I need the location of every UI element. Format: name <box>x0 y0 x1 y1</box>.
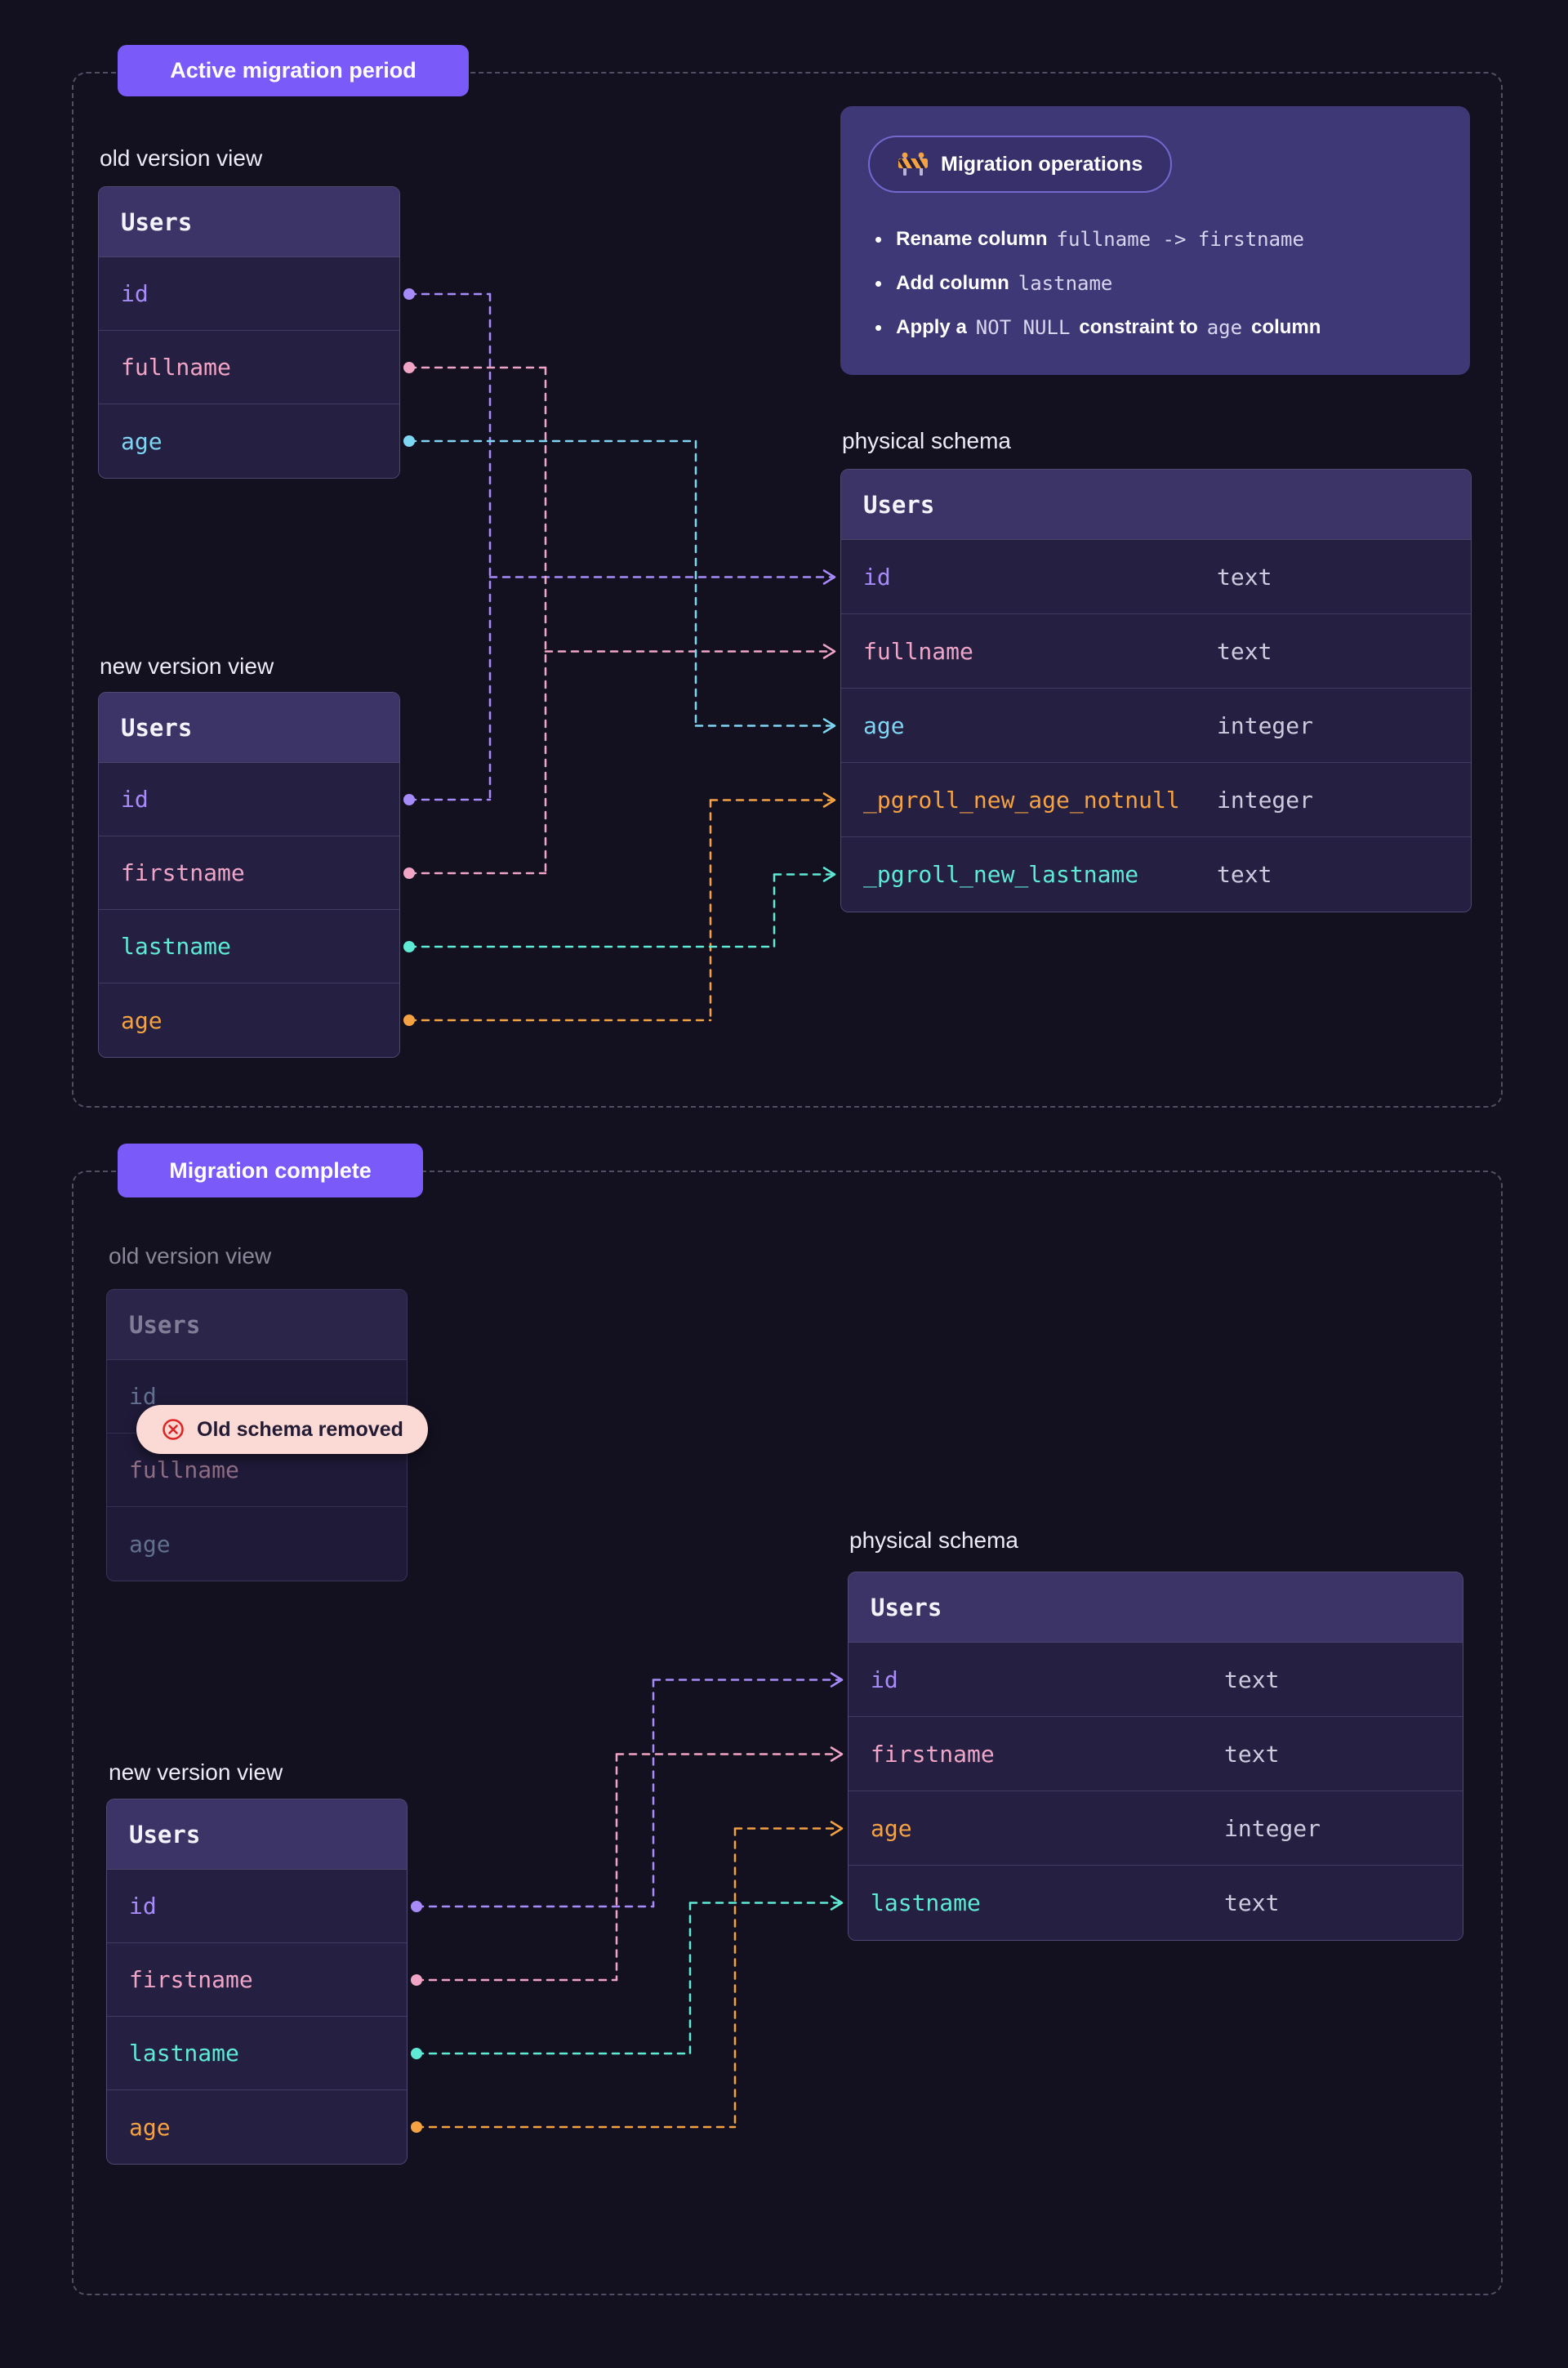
migration-operations-panel: Migration operations Rename columnfullna… <box>840 106 1470 375</box>
old-version-view-label-2: old version view <box>109 1243 271 1269</box>
table-title: Users <box>841 470 1471 540</box>
physical-schema-table-1: Users id text fullname text age integer … <box>840 469 1472 912</box>
operation-item: Rename columnfullname -> firstname <box>875 217 1446 261</box>
table-rows: id firstname lastname age <box>99 763 399 1057</box>
column-name: _pgroll_new_lastname <box>863 861 1138 888</box>
circle-x-icon <box>161 1417 185 1442</box>
column-type: text <box>1217 638 1272 665</box>
table-rows: id fullname age <box>99 257 399 478</box>
table-row: lastname text <box>849 1866 1463 1940</box>
old-version-view-table-1: Users id fullname age <box>98 186 400 479</box>
column-type: text <box>1224 1889 1279 1916</box>
new-version-view-table-2: Users id firstname lastname age <box>106 1799 408 2165</box>
physical-schema-label-1: physical schema <box>842 428 1011 454</box>
table-row: firstname <box>99 836 399 910</box>
operation-item: Add columnlastname <box>875 261 1446 305</box>
column-type: integer <box>1217 787 1313 814</box>
migration-operations-title: Migration operations <box>941 153 1143 176</box>
table-row: id text <box>849 1643 1463 1717</box>
table-title: Users <box>99 693 399 763</box>
column-name: id <box>871 1666 898 1693</box>
column-name: firstname <box>871 1741 995 1768</box>
table-row: lastname <box>107 2017 407 2090</box>
column-type: text <box>1224 1741 1279 1768</box>
column-name: age <box>121 428 163 455</box>
operation-item: Apply aNOT NULLconstraint toagecolumn <box>875 305 1446 350</box>
old-version-view-label-1: old version view <box>100 145 262 172</box>
table-rows: id firstname lastname age <box>107 1870 407 2164</box>
table-row: id <box>107 1870 407 1943</box>
operations-list: Rename columnfullname -> firstnameAdd co… <box>875 217 1446 350</box>
column-name: id <box>121 280 149 307</box>
column-name: fullname <box>863 638 973 665</box>
column-name: lastname <box>121 933 231 960</box>
column-name: age <box>121 1007 163 1034</box>
column-name: fullname <box>129 1456 239 1483</box>
column-name: id <box>129 1893 157 1920</box>
table-title: Users <box>107 1290 407 1360</box>
column-type: integer <box>1217 712 1313 739</box>
column-name: firstname <box>121 859 245 886</box>
column-type: text <box>1217 861 1272 888</box>
table-rows: id text fullname text age integer _pgrol… <box>841 540 1471 912</box>
column-name: id <box>121 786 149 813</box>
table-rows: id fullname age <box>107 1360 407 1581</box>
new-version-view-table-1: Users id firstname lastname age <box>98 692 400 1058</box>
table-row: fullname text <box>841 614 1471 689</box>
column-name: _pgroll_new_age_notnull <box>863 787 1180 814</box>
badge-migration-complete: Migration complete <box>118 1144 423 1197</box>
column-name: fullname <box>121 354 231 381</box>
table-row: age integer <box>849 1791 1463 1866</box>
column-name: lastname <box>871 1889 981 1916</box>
table-title: Users <box>849 1572 1463 1643</box>
table-row: id text <box>841 540 1471 614</box>
table-row: _pgroll_new_lastname text <box>841 837 1471 912</box>
new-version-view-label-1: new version view <box>100 653 274 680</box>
column-name: age <box>871 1815 912 1842</box>
table-row: firstname <box>107 1943 407 2017</box>
column-type: integer <box>1224 1815 1321 1842</box>
table-row: lastname <box>99 910 399 983</box>
column-type: text <box>1217 564 1272 591</box>
column-name: id <box>863 564 891 591</box>
physical-schema-label-2: physical schema <box>849 1527 1018 1554</box>
column-name: age <box>129 1531 171 1558</box>
table-row: age <box>107 1507 407 1581</box>
table-title: Users <box>107 1799 407 1870</box>
table-row: age <box>99 983 399 1057</box>
table-row: fullname <box>99 331 399 404</box>
table-row: age integer <box>841 689 1471 763</box>
old-schema-removed-text: Old schema removed <box>197 1418 403 1442</box>
column-type: text <box>1224 1666 1279 1693</box>
column-name: age <box>863 712 905 739</box>
construction-barrier-icon <box>898 151 929 177</box>
column-name: age <box>129 2114 171 2141</box>
table-row: _pgroll_new_age_notnull integer <box>841 763 1471 837</box>
old-schema-removed-badge: Old schema removed <box>136 1405 428 1454</box>
new-version-view-label-2: new version view <box>109 1759 283 1786</box>
badge-active-migration-period: Active migration period <box>118 45 469 96</box>
column-name: firstname <box>129 1966 253 1993</box>
table-title: Users <box>99 187 399 257</box>
table-rows: id text firstname text age integer lastn… <box>849 1643 1463 1940</box>
table-row: id <box>99 257 399 331</box>
column-name: lastname <box>129 2040 239 2067</box>
migration-diagram: Active migration period old version view… <box>0 0 1568 2368</box>
table-row: id <box>99 763 399 836</box>
physical-schema-table-2: Users id text firstname text age integer… <box>848 1572 1463 1941</box>
migration-operations-pill: Migration operations <box>868 136 1172 193</box>
table-row: age <box>107 2090 407 2164</box>
table-row: firstname text <box>849 1717 1463 1791</box>
table-row: age <box>99 404 399 478</box>
